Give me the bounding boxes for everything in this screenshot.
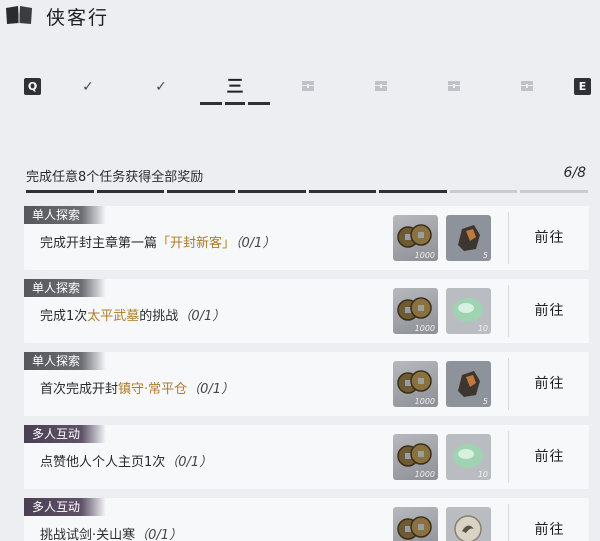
tab-6[interactable]: [434, 76, 474, 98]
reward-quantity: 5: [482, 251, 488, 260]
task-description: 完成开封主章第一篇「开封新客」（0/1）: [40, 232, 275, 251]
divider: [508, 285, 509, 337]
task-count: （0/1）: [235, 236, 276, 251]
divider: [508, 358, 509, 410]
task-count: （0/1）: [165, 455, 213, 470]
tab-prev-key[interactable]: Q: [24, 78, 41, 95]
reward-quantity: 10: [477, 470, 488, 479]
task-text-suffix: 的挑战: [139, 309, 179, 324]
progress-count: 6/8: [563, 165, 586, 181]
task-card: 多人互动挑战试剑·关山寒（0/1） 前往: [24, 498, 589, 541]
reward-quantity: 1000: [414, 470, 435, 479]
locked-chest-icon: [448, 81, 460, 91]
locked-chest-icon: [302, 81, 314, 91]
task-description: 完成1次太平武墓的挑战（0/1）: [40, 305, 225, 324]
task-text: 完成1次: [40, 309, 88, 324]
progress-segment: [237, 190, 306, 193]
task-text: 完成开封主章第一篇: [40, 236, 158, 251]
reward-item[interactable]: 10: [446, 434, 491, 480]
task-card: 单人探索完成开封主章第一篇「开封新客」（0/1） 1000 5 前往: [24, 206, 589, 270]
task-category-tag: 单人探索: [24, 352, 106, 370]
progress-segment: [308, 190, 377, 193]
reward-quantity: 1000: [414, 397, 435, 406]
task-count: （0/1）: [187, 382, 235, 397]
task-card: 单人探索首次完成开封镇守·常平仓（0/1） 1000 5 前往: [24, 352, 589, 416]
reward-quantity: 1000: [414, 324, 435, 333]
locked-chest-icon: [521, 81, 533, 91]
tab-next-key[interactable]: E: [574, 78, 591, 95]
reward-coins[interactable]: 1000: [393, 361, 438, 407]
reward-quantity: 10: [477, 324, 488, 333]
progress-segment: [520, 190, 588, 193]
tab-1[interactable]: ✓: [68, 76, 108, 98]
progress-row: 完成任意8个任务获得全部奖励 6/8: [0, 160, 600, 198]
progress-segment: [167, 190, 235, 193]
go-button[interactable]: 前往: [510, 498, 589, 541]
task-text: 点赞他人个人主页1次: [40, 455, 166, 470]
task-highlight: 「开封新客」: [157, 236, 236, 251]
divider: [508, 504, 509, 541]
task-highlight: 镇守·常平仓: [118, 382, 188, 397]
token-icon: [446, 507, 491, 541]
progress-bar: [26, 190, 588, 193]
task-category-tag: 多人互动: [24, 425, 106, 443]
reward-item[interactable]: [446, 507, 491, 541]
tab-3[interactable]: 三: [215, 76, 255, 98]
progress-segment: [379, 190, 447, 193]
progress-segment: [96, 190, 165, 193]
task-description: 点赞他人个人主页1次（0/1）: [40, 451, 212, 470]
reward-quantity: 5: [482, 397, 488, 406]
go-button[interactable]: 前往: [510, 425, 589, 489]
reward-coins[interactable]: 1000: [393, 215, 438, 261]
header: 侠客行: [0, 0, 600, 34]
task-highlight: 太平武墓: [87, 309, 140, 324]
task-description: 挑战试剑·关山寒（0/1）: [40, 524, 182, 541]
task-category-tag: 单人探索: [24, 279, 106, 297]
locked-chest-icon: [375, 81, 387, 91]
tab-5[interactable]: [361, 76, 401, 98]
progress-text: 完成任意8个任务获得全部奖励: [26, 170, 204, 185]
task-count: （0/1）: [135, 528, 183, 541]
task-card: 单人探索完成1次太平武墓的挑战（0/1） 1000 10 前往: [24, 279, 589, 343]
task-category-tag: 单人探索: [24, 206, 106, 224]
task-category-tag: 多人互动: [24, 498, 106, 516]
divider: [508, 212, 509, 264]
progress-segment: [26, 190, 94, 193]
tab-bar: Q ✓ ✓ 三 E: [0, 70, 600, 110]
reward-quantity: 1000: [414, 251, 435, 260]
go-button[interactable]: 前往: [510, 206, 589, 270]
task-text: 首次完成开封: [40, 382, 119, 397]
reward-item[interactable]: 5: [446, 361, 491, 407]
page-title: 侠客行: [46, 7, 110, 29]
divider: [508, 431, 509, 483]
reward-coins[interactable]: 1000: [393, 434, 438, 480]
tab-7[interactable]: [507, 76, 547, 98]
copper-coins-icon: [397, 516, 432, 540]
reward-coins[interactable]: 1000: [393, 288, 438, 334]
active-tab-indicator: [200, 102, 270, 105]
tab-2[interactable]: ✓: [141, 76, 181, 98]
task-description: 首次完成开封镇守·常平仓（0/1）: [40, 378, 234, 397]
reward-coins[interactable]: [393, 507, 438, 541]
book-icon: [6, 6, 32, 24]
task-text: 挑战试剑·关山寒: [40, 528, 136, 541]
task-card: 多人互动点赞他人个人主页1次（0/1） 1000 10 前往: [24, 425, 589, 489]
go-button[interactable]: 前往: [510, 352, 589, 416]
progress-segment: [449, 190, 518, 193]
task-count: （0/1）: [178, 309, 226, 324]
tab-4[interactable]: [288, 76, 328, 98]
go-button[interactable]: 前往: [510, 279, 589, 343]
reward-item[interactable]: 5: [446, 215, 491, 261]
reward-item[interactable]: 10: [446, 288, 491, 334]
